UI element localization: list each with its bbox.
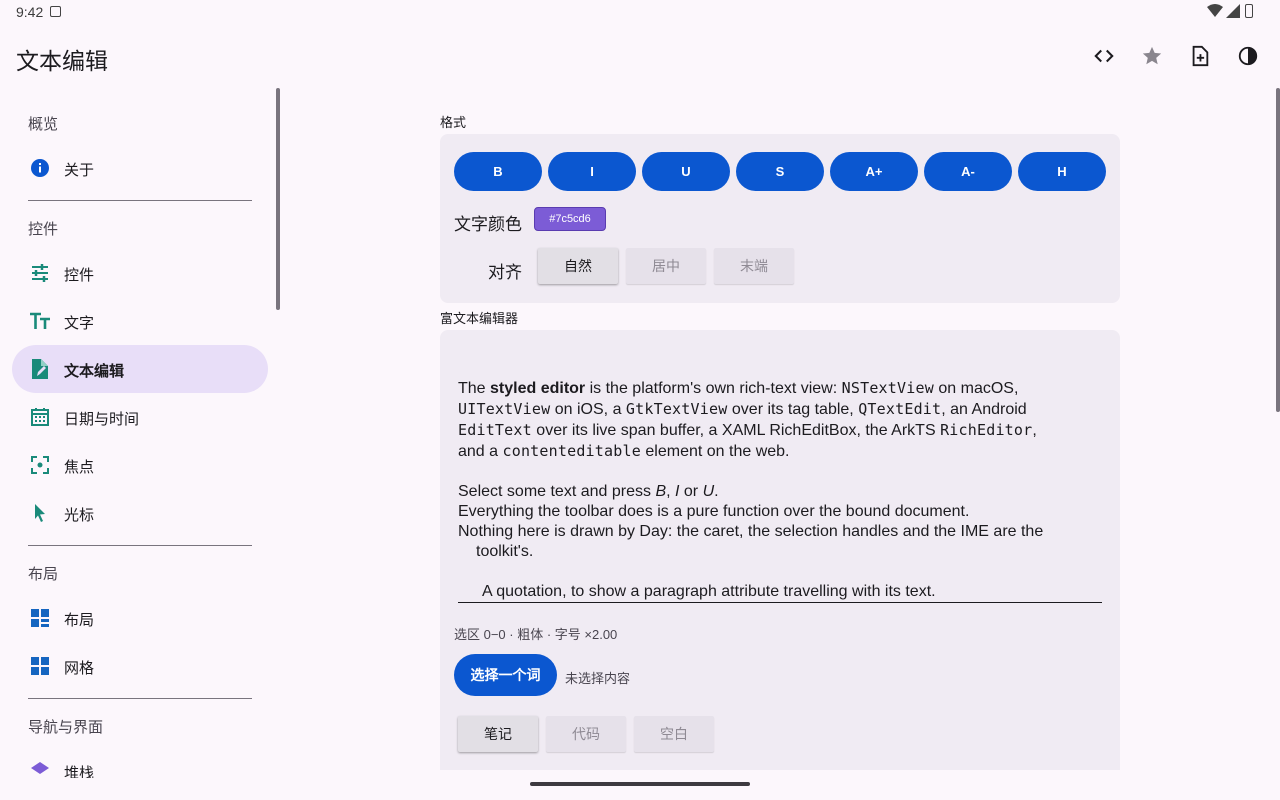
sliders-icon (28, 261, 52, 285)
sidebar-item-focus[interactable]: 焦点 (12, 441, 268, 489)
text-color-label: 文字颜色 (454, 215, 522, 234)
editor-paragraph: Nothing here is drawn by Day: the caret,… (458, 523, 1044, 560)
bold-button[interactable]: B (454, 152, 542, 191)
sidebar-item-cursor[interactable]: 光标 (12, 489, 268, 537)
preset-notes-option[interactable]: 笔记 (458, 716, 538, 752)
app-actions (1088, 40, 1264, 72)
sidebar-item-stack[interactable]: 堆栈 (12, 747, 268, 778)
decrease-size-button[interactable]: A- (924, 152, 1012, 191)
align-natural-option[interactable]: 自然 (538, 248, 618, 284)
editor-paragraph: The styled editor is the platform's own … (458, 379, 1037, 460)
sidebar-item-label: 文本编辑 (64, 363, 125, 380)
sidebar-item-label: 日期与时间 (64, 411, 140, 428)
editor-paragraph: Everything the toolbar does is a pure fu… (458, 503, 970, 520)
select-word-button[interactable]: 选择一个词 (454, 654, 557, 696)
sidebar-item-label: 关于 (64, 162, 95, 179)
sidebar-item-layout[interactable]: 布局 (12, 594, 268, 642)
editor-quote: A quotation, to show a paragraph attribu… (482, 583, 936, 600)
highlight-button[interactable]: H (1018, 152, 1106, 191)
grid-icon (28, 654, 52, 678)
sidebar-item-label: 焦点 (64, 459, 95, 476)
section-title-layout: 布局 (28, 566, 59, 583)
section-title-overview: 概览 (28, 116, 59, 133)
sidebar-item-label: 布局 (64, 612, 95, 629)
gesture-bar[interactable] (530, 782, 750, 786)
sidebar-item-label: 网格 (64, 660, 95, 677)
stack-icon (28, 759, 52, 778)
sidebar-item-grid[interactable]: 网格 (12, 642, 268, 690)
format-label: 格式 (440, 115, 467, 130)
layout-icon (28, 606, 52, 630)
sidebar-scrollbar[interactable] (276, 88, 280, 310)
text-size-icon (28, 309, 52, 333)
rich-editor-label: 富文本编辑器 (440, 311, 519, 326)
format-card: B I U S A+ A- H 文字颜色 #7c5cd6 对齐 自然 居中 末端 (440, 134, 1120, 303)
contrast-icon[interactable] (1232, 40, 1264, 72)
edit-document-icon (28, 357, 52, 381)
signal-icon (1226, 4, 1240, 18)
main-scrollbar[interactable] (1276, 88, 1280, 412)
info-icon (28, 156, 52, 180)
sidebar-item-controls[interactable]: 控件 (12, 249, 268, 297)
sidebar-divider (28, 698, 252, 699)
italic-button[interactable]: I (548, 152, 636, 191)
increase-size-button[interactable]: A+ (830, 152, 918, 191)
status-time: 9:42 (16, 4, 44, 20)
section-title-navigation: 导航与界面 (28, 719, 104, 736)
selection-status: 未选择内容 (565, 671, 631, 686)
code-icon[interactable] (1088, 40, 1120, 72)
align-label: 对齐 (488, 263, 522, 282)
sidebar-divider (28, 200, 252, 201)
rich-text-editor[interactable]: The styled editor is the platform's own … (458, 378, 1102, 602)
rich-editor-card: The styled editor is the platform's own … (440, 330, 1120, 770)
editor-paragraph: Select some text and press B, I or U. (458, 483, 719, 500)
calendar-icon (28, 405, 52, 429)
status-bar: 9:42 (0, 0, 1280, 24)
notification-icon (50, 6, 61, 17)
sidebar-item-label: 光标 (64, 507, 95, 524)
format-toolbar: B I U S A+ A- H (454, 152, 1106, 191)
cursor-icon (28, 501, 52, 525)
note-add-icon[interactable] (1184, 40, 1216, 72)
preset-code-option[interactable]: 代码 (546, 716, 626, 752)
sidebar-item-text-edit[interactable]: 文本编辑 (12, 345, 268, 393)
app-title: 文本编辑 (16, 48, 108, 74)
battery-icon (1245, 4, 1253, 18)
sidebar-item-date-time[interactable]: 日期与时间 (12, 393, 268, 441)
section-title-controls: 控件 (28, 221, 59, 238)
align-center-option[interactable]: 居中 (626, 248, 706, 284)
selection-info: 选区 0−0 · 粗体 · 字号 ×2.00 (454, 627, 618, 642)
focus-icon (28, 453, 52, 477)
sidebar-item-about[interactable]: 关于 (12, 144, 268, 192)
sidebar-item-label: 控件 (64, 267, 95, 284)
text-color-swatch[interactable]: #7c5cd6 (534, 207, 606, 231)
wifi-icon (1207, 4, 1223, 17)
sidebar: 概览 关于 控件 控件 文字 文本编辑 日期与时间 焦点 光标 布局 布局 网格… (0, 88, 280, 778)
align-end-option[interactable]: 末端 (714, 248, 794, 284)
sidebar-item-text[interactable]: 文字 (12, 297, 268, 345)
preset-blank-option[interactable]: 空白 (634, 716, 714, 752)
star-icon[interactable] (1136, 40, 1168, 72)
strikethrough-button[interactable]: S (736, 152, 824, 191)
sidebar-item-label: 堆栈 (64, 765, 95, 778)
underline-button[interactable]: U (642, 152, 730, 191)
sidebar-divider (28, 545, 252, 546)
editor-underline (458, 602, 1102, 603)
sidebar-item-label: 文字 (64, 315, 95, 332)
